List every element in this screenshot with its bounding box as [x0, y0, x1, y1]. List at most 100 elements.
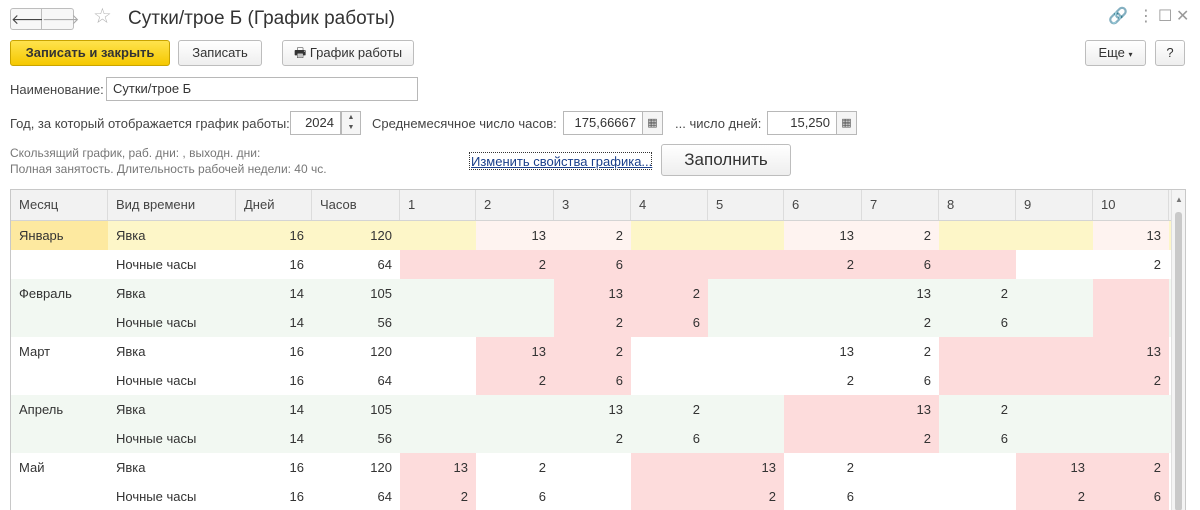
help-button[interactable]: ?: [1155, 40, 1185, 66]
day-cell[interactable]: [1016, 250, 1093, 279]
day-cell[interactable]: [784, 424, 862, 453]
day-cell[interactable]: [862, 453, 939, 482]
hours-cell[interactable]: 105: [312, 279, 400, 308]
day-cell[interactable]: 6: [939, 424, 1016, 453]
day-cell[interactable]: 13: [784, 221, 862, 250]
days-cell[interactable]: 16: [236, 337, 312, 366]
time-type-cell[interactable]: Явка: [108, 221, 236, 250]
day-cell[interactable]: 2: [939, 395, 1016, 424]
table-row[interactable]: Ночные часы 14 56 2 6 2 6: [11, 424, 1185, 453]
fill-button[interactable]: Заполнить: [661, 144, 791, 176]
day-cell[interactable]: [631, 482, 708, 510]
col-days-header[interactable]: Дней: [236, 190, 312, 220]
day-cell[interactable]: [631, 337, 708, 366]
day-cell[interactable]: 2: [631, 279, 708, 308]
month-cell[interactable]: Март: [11, 337, 108, 366]
day-cell[interactable]: 13: [1016, 453, 1093, 482]
time-type-cell[interactable]: Ночные часы: [108, 308, 236, 337]
table-row[interactable]: Ночные часы 16 64 2 6 2 6 2: [11, 250, 1185, 279]
day-cell[interactable]: 2: [939, 279, 1016, 308]
day-cell[interactable]: [708, 366, 784, 395]
calculator-icon[interactable]: ▦: [643, 111, 663, 135]
col-day-10-header[interactable]: 10: [1093, 190, 1169, 220]
day-cell[interactable]: [708, 424, 784, 453]
col-day-6-header[interactable]: 6: [784, 190, 862, 220]
day-cell[interactable]: 13: [1093, 337, 1169, 366]
time-type-cell[interactable]: Ночные часы: [108, 482, 236, 510]
maximize-icon[interactable]: ☐: [1158, 8, 1172, 26]
table-row[interactable]: Апрель Явка 14 105 13 2 13 2: [11, 395, 1185, 424]
month-cell[interactable]: Январь: [11, 221, 108, 250]
day-cell[interactable]: [1016, 308, 1093, 337]
save-button[interactable]: Записать: [178, 40, 262, 66]
day-cell[interactable]: 13: [784, 337, 862, 366]
day-cell[interactable]: 2: [476, 366, 554, 395]
day-cell[interactable]: [631, 221, 708, 250]
month-cell[interactable]: Апрель: [11, 395, 108, 424]
day-cell[interactable]: 2: [476, 250, 554, 279]
day-cell[interactable]: 2: [554, 221, 631, 250]
day-cell[interactable]: 13: [708, 453, 784, 482]
day-cell[interactable]: [1093, 279, 1169, 308]
days-cell[interactable]: 16: [236, 221, 312, 250]
col-day-3-header[interactable]: 3: [554, 190, 631, 220]
day-cell[interactable]: 2: [862, 424, 939, 453]
day-cell[interactable]: [708, 250, 784, 279]
day-cell[interactable]: [476, 279, 554, 308]
table-row[interactable]: Январь Явка 16 120 13 2 13 2 13: [11, 221, 1185, 250]
day-cell[interactable]: [784, 308, 862, 337]
table-row[interactable]: Ночные часы 16 64 2 6 2 6 2: [11, 366, 1185, 395]
day-cell[interactable]: 2: [862, 308, 939, 337]
day-cell[interactable]: 6: [784, 482, 862, 510]
month-cell[interactable]: [11, 308, 108, 337]
day-cell[interactable]: [939, 250, 1016, 279]
day-cell[interactable]: [631, 250, 708, 279]
day-cell[interactable]: [708, 279, 784, 308]
day-cell[interactable]: 6: [1093, 482, 1169, 510]
day-cell[interactable]: [708, 308, 784, 337]
col-day-2-header[interactable]: 2: [476, 190, 554, 220]
days-calculator-icon[interactable]: ▦: [837, 111, 857, 135]
day-cell[interactable]: [939, 366, 1016, 395]
hours-cell[interactable]: 120: [312, 337, 400, 366]
col-day-7-header[interactable]: 7: [862, 190, 939, 220]
day-cell[interactable]: [939, 221, 1016, 250]
col-day-9-header[interactable]: 9: [1016, 190, 1093, 220]
day-cell[interactable]: [400, 279, 476, 308]
day-cell[interactable]: 13: [554, 395, 631, 424]
day-cell[interactable]: [400, 337, 476, 366]
schedule-table[interactable]: Месяц Вид времени Дней Часов 1 2 3 4 5 6 7 8 9 10 Янв…: [10, 189, 1186, 510]
time-type-cell[interactable]: Явка: [108, 279, 236, 308]
day-cell[interactable]: [554, 453, 631, 482]
day-cell[interactable]: [400, 395, 476, 424]
day-cell[interactable]: 2: [1016, 482, 1093, 510]
day-cell[interactable]: 13: [554, 279, 631, 308]
col-hours-header[interactable]: Часов: [312, 190, 400, 220]
more-actions-icon[interactable]: ⋮: [1138, 8, 1154, 26]
day-cell[interactable]: 2: [784, 250, 862, 279]
forward-arrow-icon[interactable]: 🡒: [42, 8, 80, 30]
day-cell[interactable]: 6: [939, 308, 1016, 337]
days-cell[interactable]: 14: [236, 395, 312, 424]
day-cell[interactable]: 2: [631, 395, 708, 424]
vertical-scrollbar[interactable]: ▲: [1171, 190, 1185, 510]
day-cell[interactable]: [554, 482, 631, 510]
day-cell[interactable]: 13: [476, 221, 554, 250]
hours-cell[interactable]: 120: [312, 453, 400, 482]
time-type-cell[interactable]: Явка: [108, 453, 236, 482]
days-cell[interactable]: 14: [236, 424, 312, 453]
day-cell[interactable]: [631, 453, 708, 482]
time-type-cell[interactable]: Ночные часы: [108, 424, 236, 453]
day-cell[interactable]: [1093, 424, 1169, 453]
month-cell[interactable]: [11, 482, 108, 510]
month-cell[interactable]: Май: [11, 453, 108, 482]
col-month-header[interactable]: Месяц: [11, 190, 108, 220]
days-cell[interactable]: 14: [236, 308, 312, 337]
close-icon[interactable]: ✕: [1176, 8, 1189, 26]
day-cell[interactable]: 6: [631, 308, 708, 337]
day-cell[interactable]: 2: [784, 453, 862, 482]
col-day-8-header[interactable]: 8: [939, 190, 1016, 220]
hours-cell[interactable]: 64: [312, 250, 400, 279]
table-row[interactable]: Ночные часы 16 64 2 6 2 6 2 6: [11, 482, 1185, 510]
day-cell[interactable]: [862, 482, 939, 510]
